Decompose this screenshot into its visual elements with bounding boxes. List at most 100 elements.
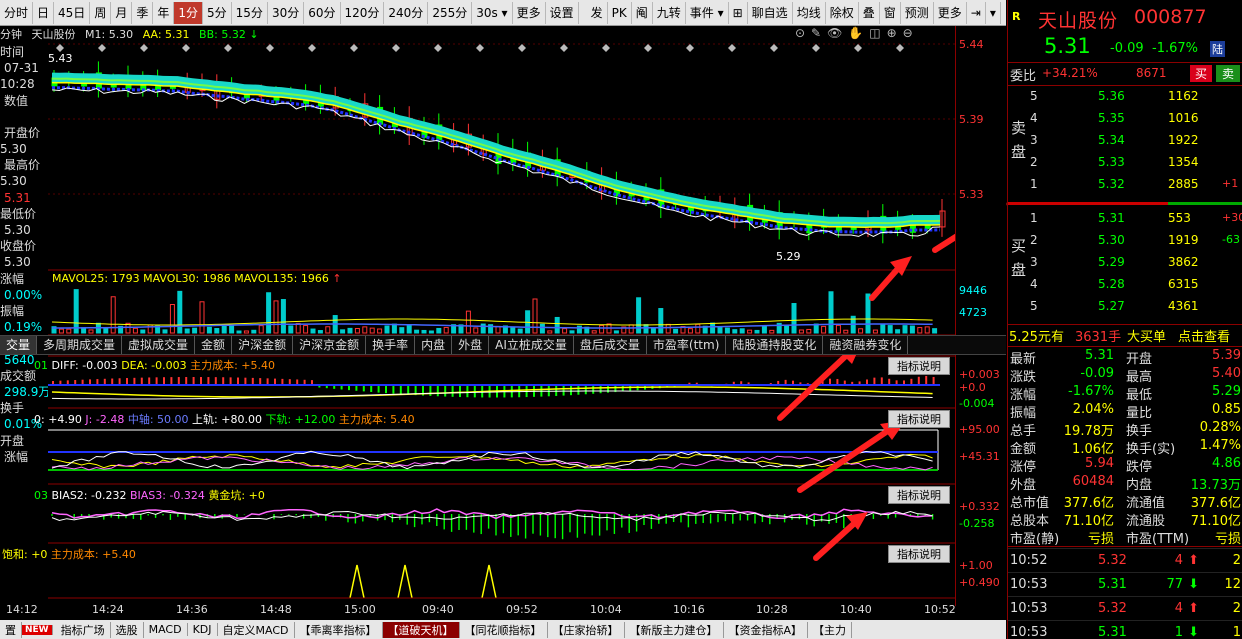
template-tab[interactable]: 【主力 (808, 621, 853, 638)
indicator-tab[interactable]: 虚拟成交量 (122, 336, 196, 354)
trade-row: 10:52 5.32 4 ⬆ 2 (1008, 548, 1242, 572)
macd-bar (584, 385, 587, 395)
weibi-value: +34.21% (1042, 66, 1098, 80)
volume-bar (288, 325, 294, 334)
indicator-tab[interactable]: 外盘 (452, 336, 490, 354)
bid-level[interactable]: 2 5.30 1919 -63 (1008, 230, 1242, 252)
bid-level[interactable]: 3 5.29 3862 (1008, 252, 1242, 274)
template-tab[interactable]: MACD (144, 623, 188, 636)
macd-help-button[interactable]: 指标说明 (888, 357, 950, 375)
indicator-tab[interactable]: 换手率 (366, 336, 416, 354)
up-arrow-icon: ↑ (332, 272, 342, 285)
toolbar-item[interactable]: ▾ (986, 1, 1001, 24)
template-tab[interactable]: 【庄家抬轿】 (548, 621, 625, 638)
ask-level[interactable]: 5 5.36 1162 (1008, 86, 1242, 108)
volume-bar (658, 308, 664, 334)
indicator-tab[interactable]: 融资融券变化 (823, 336, 909, 354)
stat-row: 总股本 71.10亿 流通股 71.10亿 (1008, 510, 1242, 529)
indicator-tab[interactable]: 内盘 (415, 336, 453, 354)
volume-bar (384, 325, 390, 334)
trade-count: 12 (1224, 577, 1241, 592)
template-tab[interactable]: NEW (22, 624, 53, 635)
weicha-value: 8671 (1136, 66, 1167, 80)
volume-bar (591, 330, 597, 334)
template-tab[interactable]: 指标广场 (56, 621, 111, 638)
volume-bar (169, 304, 175, 334)
template-tab[interactable]: 【同花顺指标】 (460, 621, 548, 638)
macd-bar (377, 385, 380, 393)
sell-button[interactable]: 卖 (1216, 65, 1240, 82)
bid-level[interactable]: 4 5.28 6315 (1008, 274, 1242, 296)
template-tab[interactable]: 【乖离率指标】 (295, 621, 383, 638)
ask-level[interactable]: 3 5.34 1922 (1008, 130, 1242, 152)
big-order-row[interactable]: 5.25元有 3631手 大买单 点击查看 (1008, 326, 1242, 346)
volume-bar (843, 329, 849, 334)
ask-level[interactable]: 4 5.35 1016 (1008, 108, 1242, 130)
level-index: 4 (1030, 277, 1038, 291)
trade-time: 10:53 (1010, 625, 1048, 639)
volume-bar (902, 325, 908, 334)
stat-label: 最新 (1010, 352, 1037, 367)
level-volume: 4361 (1168, 299, 1199, 313)
price-tick: 5.33 (959, 188, 984, 201)
price-row: 5.31 -0.09 -1.67% 陆 (1008, 34, 1242, 60)
stat-label: 最低 (1126, 388, 1153, 403)
volume-bar (895, 329, 901, 334)
indicator-tab[interactable]: 陆股通持股变化 (726, 336, 824, 354)
macd-label: 01 DIFF: -0.003 DEA: -0.003 主力成本: +5.40 (34, 359, 276, 372)
stat-label: 换手(实) (1126, 442, 1176, 457)
trade-price: 5.31 (1098, 577, 1127, 592)
volume-bar (280, 299, 286, 334)
grid-diamond (308, 44, 316, 52)
macd-tick: -0.004 (959, 397, 995, 410)
volume-bar (354, 328, 360, 334)
template-tab[interactable]: 【道破天机】 (382, 621, 460, 638)
view-big-order-link[interactable]: 点击查看 (1178, 326, 1230, 345)
bias-help-button[interactable]: 指标说明 (888, 486, 950, 504)
cursor-info-item: 最低价 (0, 206, 37, 221)
indicator-tab[interactable]: 金额 (195, 336, 233, 354)
stat-row: 金额 1.06亿 换手(实) 1.47% (1008, 438, 1242, 457)
grid-diamond (854, 44, 862, 52)
sat-help-button[interactable]: 指标说明 (888, 545, 950, 563)
macd-bar (459, 385, 461, 398)
indicator-tab[interactable]: 沪深京金额 (293, 336, 367, 354)
indicator-tab[interactable]: 盘后成交量 (574, 336, 647, 354)
volume-bar (739, 328, 745, 334)
stat-label: 总市值 (1010, 496, 1050, 511)
sat-label: 饱和: +0 主力成本: +5.40 (2, 548, 136, 561)
indicator-tab[interactable]: 市盈率(ttm) (647, 336, 727, 354)
volume-bar (547, 330, 553, 334)
template-tab[interactable]: 【新版主力建仓】 (625, 621, 724, 638)
template-tab[interactable]: KDJ (188, 623, 218, 636)
chart-canvas[interactable] (0, 0, 955, 605)
bid-level[interactable]: 5 5.27 4361 (1008, 296, 1242, 318)
indicator-tab[interactable]: 沪深金额 (232, 336, 294, 354)
ask-level[interactable]: 1 5.32 2885 +1 (1008, 174, 1242, 196)
volume-bar (872, 329, 878, 334)
bid-level[interactable]: 1 5.31 553 +30 (1008, 208, 1242, 230)
indicator-tab[interactable]: 交量 (0, 336, 38, 354)
kdj-help-button[interactable]: 指标说明 (888, 410, 950, 428)
level-index: 2 (1030, 233, 1038, 247)
stat-label: 流通值 (1126, 496, 1166, 511)
indicator-tab[interactable]: AI立桩成交量 (489, 336, 574, 354)
template-tab[interactable]: 自定义MACD (218, 621, 295, 638)
stat-label: 总股本 (1010, 514, 1050, 529)
level-delta: +30 (1222, 211, 1242, 224)
toolbar-item[interactable]: ⇥ (967, 1, 986, 24)
template-tab[interactable]: 选股 (111, 621, 144, 638)
volume-bar (643, 324, 649, 334)
macd-bar (429, 385, 432, 396)
stat-value: 4.86 (1212, 456, 1241, 471)
template-tab[interactable]: 置 (0, 621, 22, 638)
ask-level[interactable]: 2 5.33 1354 (1008, 152, 1242, 174)
volume-bar (865, 293, 871, 334)
template-tab[interactable]: 【资金指标A】 (724, 621, 809, 638)
indicator-tab[interactable]: 多周期成交量 (37, 336, 123, 354)
cursor-info-item: 5.30 (0, 142, 27, 157)
level-delta: -63 (1222, 233, 1240, 246)
buy-button[interactable]: 买 (1190, 65, 1212, 82)
stat-row: 最新 5.31 开盘 5.39 (1008, 348, 1242, 367)
bid-book: 买 盘 15.31553+3025.301919-6335.29386245.2… (1008, 206, 1242, 322)
